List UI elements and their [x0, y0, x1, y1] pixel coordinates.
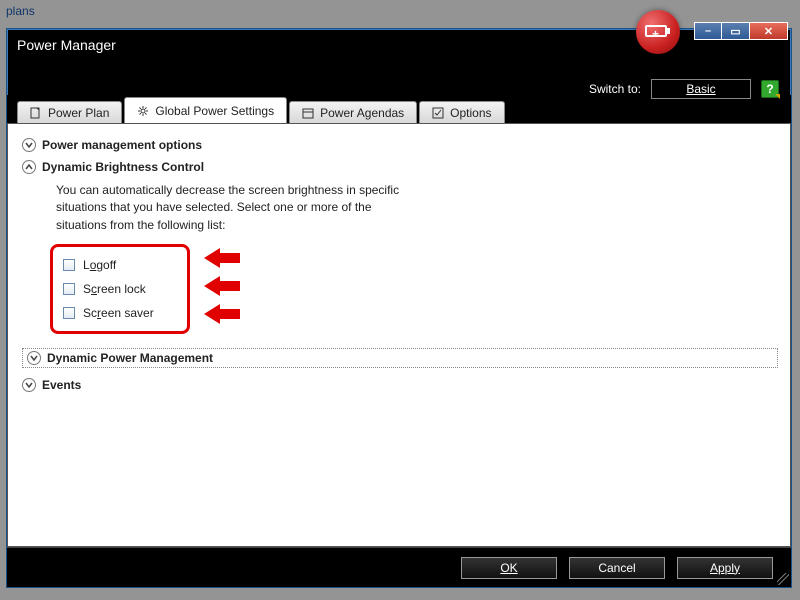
annotation-arrow-icon: [206, 276, 252, 296]
section-dynamic-power-management[interactable]: Dynamic Power Management: [22, 348, 778, 368]
checkbox-icon: [63, 283, 75, 295]
cancel-button[interactable]: Cancel: [569, 557, 665, 579]
resize-grip-icon[interactable]: [777, 573, 789, 585]
checkbox-icon: [63, 307, 75, 319]
checkbox-logoff[interactable]: Logoff: [61, 253, 179, 277]
battery-status-icon: +: [630, 10, 686, 54]
checkbox-icon: [63, 259, 75, 271]
checkbox-screen-saver[interactable]: Screen saver: [61, 301, 179, 325]
dialog-footer: OK Cancel Apply: [7, 547, 791, 587]
window-close-button[interactable]: ✕: [750, 22, 788, 40]
tab-label: Options: [450, 106, 491, 120]
switch-to-label: Switch to:: [589, 82, 641, 96]
window-controls: – ▭ ✕: [694, 22, 788, 40]
gear-icon: [137, 105, 149, 117]
chevron-down-icon: [22, 138, 36, 152]
dbc-checkbox-group: Logoff Screen lock Screen saver: [50, 244, 190, 334]
content-pane: Power management options Dynamic Brightn…: [7, 123, 791, 547]
switch-basic-button[interactable]: Basic: [651, 79, 751, 99]
section-dynamic-brightness[interactable]: Dynamic Brightness Control: [22, 156, 778, 178]
window-minimize-button[interactable]: –: [694, 22, 722, 40]
chevron-up-icon: [22, 160, 36, 174]
document-icon: [30, 107, 42, 119]
tab-label: Power Plan: [48, 106, 109, 120]
calendar-icon: [302, 107, 314, 119]
checkbox-label: Screen saver: [83, 306, 154, 320]
switch-to-row: Switch to: Basic ?: [589, 79, 779, 99]
section-events[interactable]: Events: [22, 374, 778, 396]
section-title: Power management options: [42, 138, 202, 152]
section-title: Events: [42, 378, 81, 392]
apply-button[interactable]: Apply: [677, 557, 773, 579]
section-dynamic-brightness-body: You can automatically decrease the scree…: [56, 182, 416, 334]
tab-bar: Power Plan Global Power Settings Power A…: [7, 95, 791, 123]
annotation-arrow-icon: [206, 248, 252, 268]
annotation-arrow-icon: [206, 304, 252, 324]
section-power-management-options[interactable]: Power management options: [22, 134, 778, 156]
help-icon[interactable]: ?: [761, 80, 779, 98]
section-title: Dynamic Brightness Control: [42, 160, 204, 174]
ok-button[interactable]: OK: [461, 557, 557, 579]
chevron-down-icon: [27, 351, 41, 365]
window-title: Power Manager: [17, 37, 116, 53]
chevron-down-icon: [22, 378, 36, 392]
tab-label: Power Agendas: [320, 106, 404, 120]
checkbox-label: Screen lock: [83, 282, 146, 296]
power-manager-window: Power Manager Switch to: Basic ? Power P…: [6, 28, 792, 588]
dbc-description: You can automatically decrease the scree…: [56, 182, 416, 234]
tab-options[interactable]: Options: [419, 101, 504, 123]
tab-power-plan[interactable]: Power Plan: [17, 101, 122, 123]
checkbox-label: Logoff: [83, 258, 116, 272]
checkbox-screen-lock[interactable]: Screen lock: [61, 277, 179, 301]
tab-power-agendas[interactable]: Power Agendas: [289, 101, 417, 123]
tab-label: Global Power Settings: [155, 104, 274, 118]
tab-global-power-settings[interactable]: Global Power Settings: [124, 97, 287, 123]
section-title: Dynamic Power Management: [47, 351, 213, 365]
window-maximize-button[interactable]: ▭: [722, 22, 750, 40]
checkbox-icon: [432, 107, 444, 119]
